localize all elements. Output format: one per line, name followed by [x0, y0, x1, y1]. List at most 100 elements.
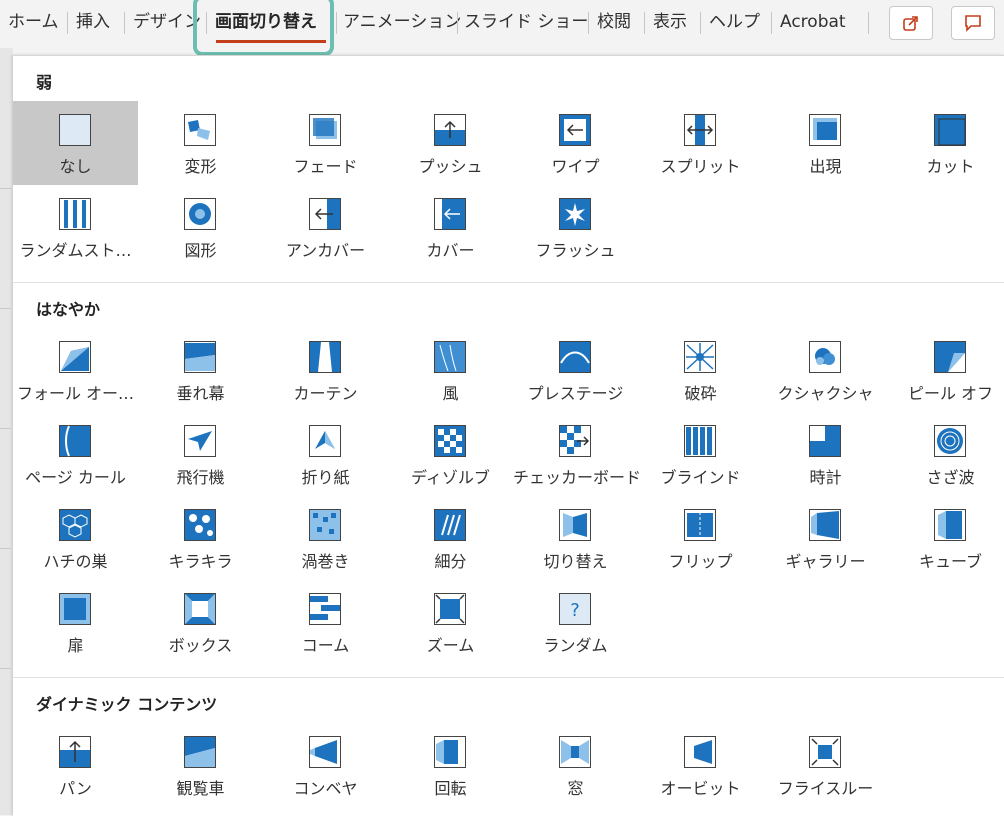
transition-blinds[interactable]: ブラインド — [638, 412, 763, 496]
transition-label: 渦巻き — [301, 552, 350, 571]
transition-ferris[interactable]: 観覧車 — [138, 723, 263, 807]
transition-label: ページ カール — [25, 468, 126, 487]
transition-label: コンベヤ — [293, 779, 358, 798]
transition-label: 図形 — [184, 241, 217, 260]
transition-cube[interactable]: キューブ — [888, 496, 1004, 580]
transition-push[interactable]: プッシュ — [388, 101, 513, 185]
transition-label: フェード — [293, 157, 358, 176]
curtain-icon — [309, 341, 341, 373]
transition-zoom[interactable]: ズーム — [388, 580, 513, 664]
transition-ripple[interactable]: さざ波 — [888, 412, 1004, 496]
glitter-icon — [184, 509, 216, 541]
transition-rotate[interactable]: 回転 — [388, 723, 513, 807]
section-title-exciting: はなやか — [36, 300, 101, 319]
conveyor-icon — [309, 736, 341, 768]
transition-label: ピール オフ — [907, 384, 994, 403]
transition-none[interactable]: なし — [13, 101, 138, 185]
tab-acrobat[interactable]: Acrobat — [780, 0, 846, 44]
transition-conveyor[interactable]: コンベヤ — [263, 723, 388, 807]
transition-label: 扉 — [67, 636, 84, 655]
ripple-icon — [934, 425, 966, 457]
cover-icon — [434, 198, 466, 230]
transition-fade[interactable]: フェード — [263, 101, 388, 185]
cut-icon — [934, 114, 966, 146]
cube-icon — [934, 509, 966, 541]
origami-icon — [309, 425, 341, 457]
transition-label: カバー — [426, 241, 475, 260]
transition-pan[interactable]: パン — [13, 723, 138, 807]
tab-home[interactable]: ホーム — [8, 0, 59, 44]
transition-curtain[interactable]: カーテン — [263, 328, 388, 412]
transition-prestige[interactable]: プレステージ — [513, 328, 638, 412]
transition-cover[interactable]: カバー — [388, 185, 513, 269]
prestige-icon — [559, 341, 591, 373]
pan-icon — [59, 736, 91, 768]
transition-peel[interactable]: ピール オフ — [888, 328, 1004, 412]
transition-pagecurl[interactable]: ページ カール — [13, 412, 138, 496]
tab-separator — [124, 12, 125, 34]
tab-animations[interactable]: アニメーション — [343, 0, 461, 44]
transition-cut[interactable]: カット — [888, 101, 1004, 185]
orbit-icon — [684, 736, 716, 768]
transition-label: 切り替え — [543, 552, 608, 571]
peel-icon — [934, 341, 966, 373]
transition-glitter[interactable]: キラキラ — [138, 496, 263, 580]
transition-dissolve[interactable]: ディゾルブ — [388, 412, 513, 496]
transition-random[interactable]: ? ランダム — [513, 580, 638, 664]
tab-review[interactable]: 校閲 — [597, 0, 631, 44]
transition-shred[interactable]: 細分 — [388, 496, 513, 580]
transition-crush[interactable]: クシャクシャ — [763, 328, 888, 412]
tab-separator — [868, 12, 869, 34]
tab-insert[interactable]: 挿入 — [76, 0, 110, 44]
transition-bars[interactable]: ランダムスト… — [13, 185, 138, 269]
transition-label: ランダム — [543, 636, 608, 655]
transition-flythrough[interactable]: フライスルー — [763, 723, 888, 807]
tab-design[interactable]: デザイン — [133, 0, 201, 44]
shred-icon — [434, 509, 466, 541]
transition-airplane[interactable]: 飛行機 — [138, 412, 263, 496]
share-button[interactable] — [889, 6, 933, 40]
thumbnail-divider — [0, 548, 11, 549]
transition-gallery[interactable]: ギャラリー — [763, 496, 888, 580]
transition-flip[interactable]: フリップ — [638, 496, 763, 580]
transition-morph[interactable]: 変形 — [138, 101, 263, 185]
tab-view[interactable]: 表示 — [653, 0, 687, 44]
transition-honeycomb[interactable]: ハチの巣 — [13, 496, 138, 580]
comment-button[interactable] — [951, 6, 995, 40]
share-icon — [903, 16, 918, 31]
thumbnail-divider — [0, 668, 11, 669]
transition-drape[interactable]: 垂れ幕 — [138, 328, 263, 412]
transition-window[interactable]: 窓 — [513, 723, 638, 807]
transition-shape[interactable]: 図形 — [138, 185, 263, 269]
transition-comb[interactable]: コーム — [263, 580, 388, 664]
transition-label: クシャクシャ — [777, 384, 874, 403]
transition-label: 折り紙 — [301, 468, 350, 487]
tab-separator — [644, 12, 645, 34]
transition-checker[interactable]: チェッカーボード — [513, 412, 641, 496]
transition-switch[interactable]: 切り替え — [513, 496, 638, 580]
transition-flash[interactable]: フラッシュ — [513, 185, 638, 269]
transition-fracture[interactable]: 破砕 — [638, 328, 763, 412]
transition-label: 垂れ幕 — [176, 384, 225, 403]
transition-label: ブラインド — [660, 468, 741, 487]
transition-reveal[interactable]: 出現 — [763, 101, 888, 185]
transition-orbit[interactable]: オービット — [638, 723, 763, 807]
shape-icon — [184, 198, 216, 230]
transition-wipe[interactable]: ワイプ — [513, 101, 638, 185]
transition-box[interactable]: ボックス — [138, 580, 263, 664]
transition-fall[interactable]: フォール オー… — [13, 328, 138, 412]
fracture-icon — [684, 341, 716, 373]
transition-wind[interactable]: 風 — [388, 328, 513, 412]
transition-label: 回転 — [434, 779, 467, 798]
transition-origami[interactable]: 折り紙 — [263, 412, 388, 496]
transition-split[interactable]: スプリット — [638, 101, 763, 185]
morph-icon — [184, 114, 216, 146]
comment-icon — [965, 15, 981, 32]
tab-slideshow[interactable]: スライド ショー — [464, 0, 588, 44]
tab-help[interactable]: ヘルプ — [709, 0, 760, 44]
transition-clock[interactable]: 時計 — [763, 412, 888, 496]
transition-label: ランダムスト… — [19, 241, 132, 260]
transition-uncover[interactable]: アンカバー — [263, 185, 388, 269]
transition-vortex[interactable]: 渦巻き — [263, 496, 388, 580]
transition-doors[interactable]: 扉 — [13, 580, 138, 664]
